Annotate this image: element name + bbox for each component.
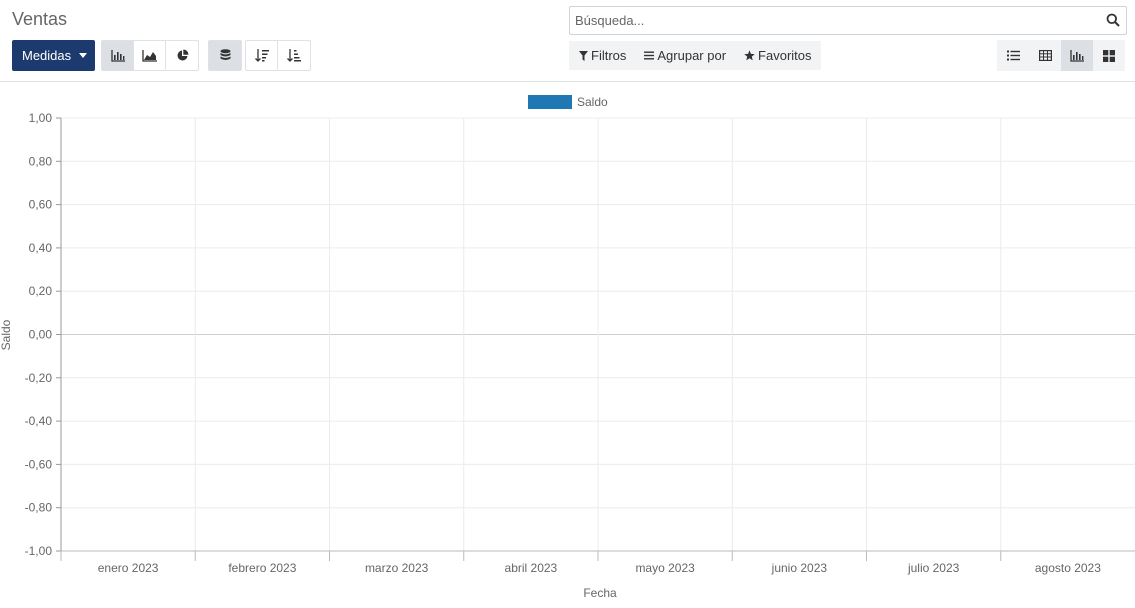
area-chart-icon xyxy=(142,49,157,62)
pivot-view-button[interactable] xyxy=(1029,40,1061,71)
measures-button[interactable]: Medidas xyxy=(12,40,95,71)
search-icon[interactable] xyxy=(1106,13,1120,27)
graph-area: Saldo 1,00 0,80 0,60 0,40 0,20 0,00 -0,20 -0,40 -… xyxy=(0,86,1135,603)
x-tick-label: febrero 2023 xyxy=(228,561,296,575)
groupby-toggle[interactable]: Agrupar por xyxy=(644,48,726,63)
stacked-group xyxy=(208,40,242,71)
database-icon xyxy=(220,49,230,60)
kanban-icon xyxy=(1103,49,1115,62)
sort-descending-button[interactable] xyxy=(246,41,278,70)
pie-chart-icon xyxy=(177,49,188,61)
y-tick-label: 0,60 xyxy=(29,198,53,212)
filter-icon xyxy=(579,50,588,61)
sort-ascending-icon xyxy=(287,49,301,62)
y-tick-label: -0,20 xyxy=(25,371,53,385)
x-tick-label: marzo 2023 xyxy=(365,561,429,575)
x-tick-label: julio 2023 xyxy=(907,561,960,575)
search-box[interactable] xyxy=(569,6,1127,35)
bar-chart-icon xyxy=(1070,49,1084,62)
list-view-button[interactable] xyxy=(997,40,1029,71)
legend-label: Saldo xyxy=(577,95,608,109)
chart-type-group xyxy=(101,40,199,71)
x-tick-label: mayo 2023 xyxy=(635,561,695,575)
stacked-button[interactable] xyxy=(209,41,241,70)
graph-view-button[interactable] xyxy=(1061,40,1093,71)
view-switcher xyxy=(997,40,1125,71)
y-tick-label: 0,00 xyxy=(29,328,53,342)
x-tick-label: abril 2023 xyxy=(505,561,558,575)
y-axis-title: Saldo xyxy=(0,319,13,350)
y-tick-label: -0,40 xyxy=(25,414,53,428)
table-icon xyxy=(1038,50,1052,61)
y-tick-label: 0,40 xyxy=(29,241,53,255)
y-tick-label: 1,00 xyxy=(29,111,53,125)
x-tick-label: junio 2023 xyxy=(771,561,828,575)
bar-chart-button[interactable] xyxy=(102,41,134,70)
search-options-bar: Filtros Agrupar por Favoritos xyxy=(569,41,821,70)
kanban-view-button[interactable] xyxy=(1093,40,1125,71)
y-tick-label: -0,60 xyxy=(25,457,53,471)
groupby-label: Agrupar por xyxy=(657,48,727,63)
bars-icon xyxy=(644,51,655,60)
sort-group xyxy=(245,40,311,71)
y-tick-label: -0,80 xyxy=(25,501,53,515)
favorites-label: Favoritos xyxy=(758,48,812,63)
sort-descending-icon xyxy=(254,49,269,62)
filters-toggle[interactable]: Filtros xyxy=(579,48,626,63)
page-title: Ventas xyxy=(12,9,68,29)
measures-label: Medidas xyxy=(22,48,72,63)
y-tick-label: 0,80 xyxy=(29,154,53,168)
y-tick-label: 0,20 xyxy=(29,284,53,298)
bar-chart-icon xyxy=(110,49,125,62)
filters-label: Filtros xyxy=(591,48,627,63)
sort-ascending-button[interactable] xyxy=(278,41,310,70)
x-axis-title: Fecha xyxy=(583,586,617,600)
legend-swatch xyxy=(528,95,572,109)
star-icon xyxy=(744,50,755,61)
bar-chart: Saldo 1,00 0,80 0,60 0,40 0,20 0,00 -0,20 -0,40 -… xyxy=(0,95,1135,600)
list-icon xyxy=(1006,50,1020,61)
line-chart-button[interactable] xyxy=(134,41,166,70)
search-input[interactable] xyxy=(575,7,1095,34)
x-tick-label: agosto 2023 xyxy=(1035,561,1101,575)
pie-chart-button[interactable] xyxy=(166,41,198,70)
y-tick-label: -1,00 xyxy=(25,544,53,558)
caret-down-icon xyxy=(79,53,88,58)
x-tick-label: enero 2023 xyxy=(98,561,159,575)
control-panel: Ventas Medidas xyxy=(0,0,1135,82)
favorites-toggle[interactable]: Favoritos xyxy=(744,48,812,63)
